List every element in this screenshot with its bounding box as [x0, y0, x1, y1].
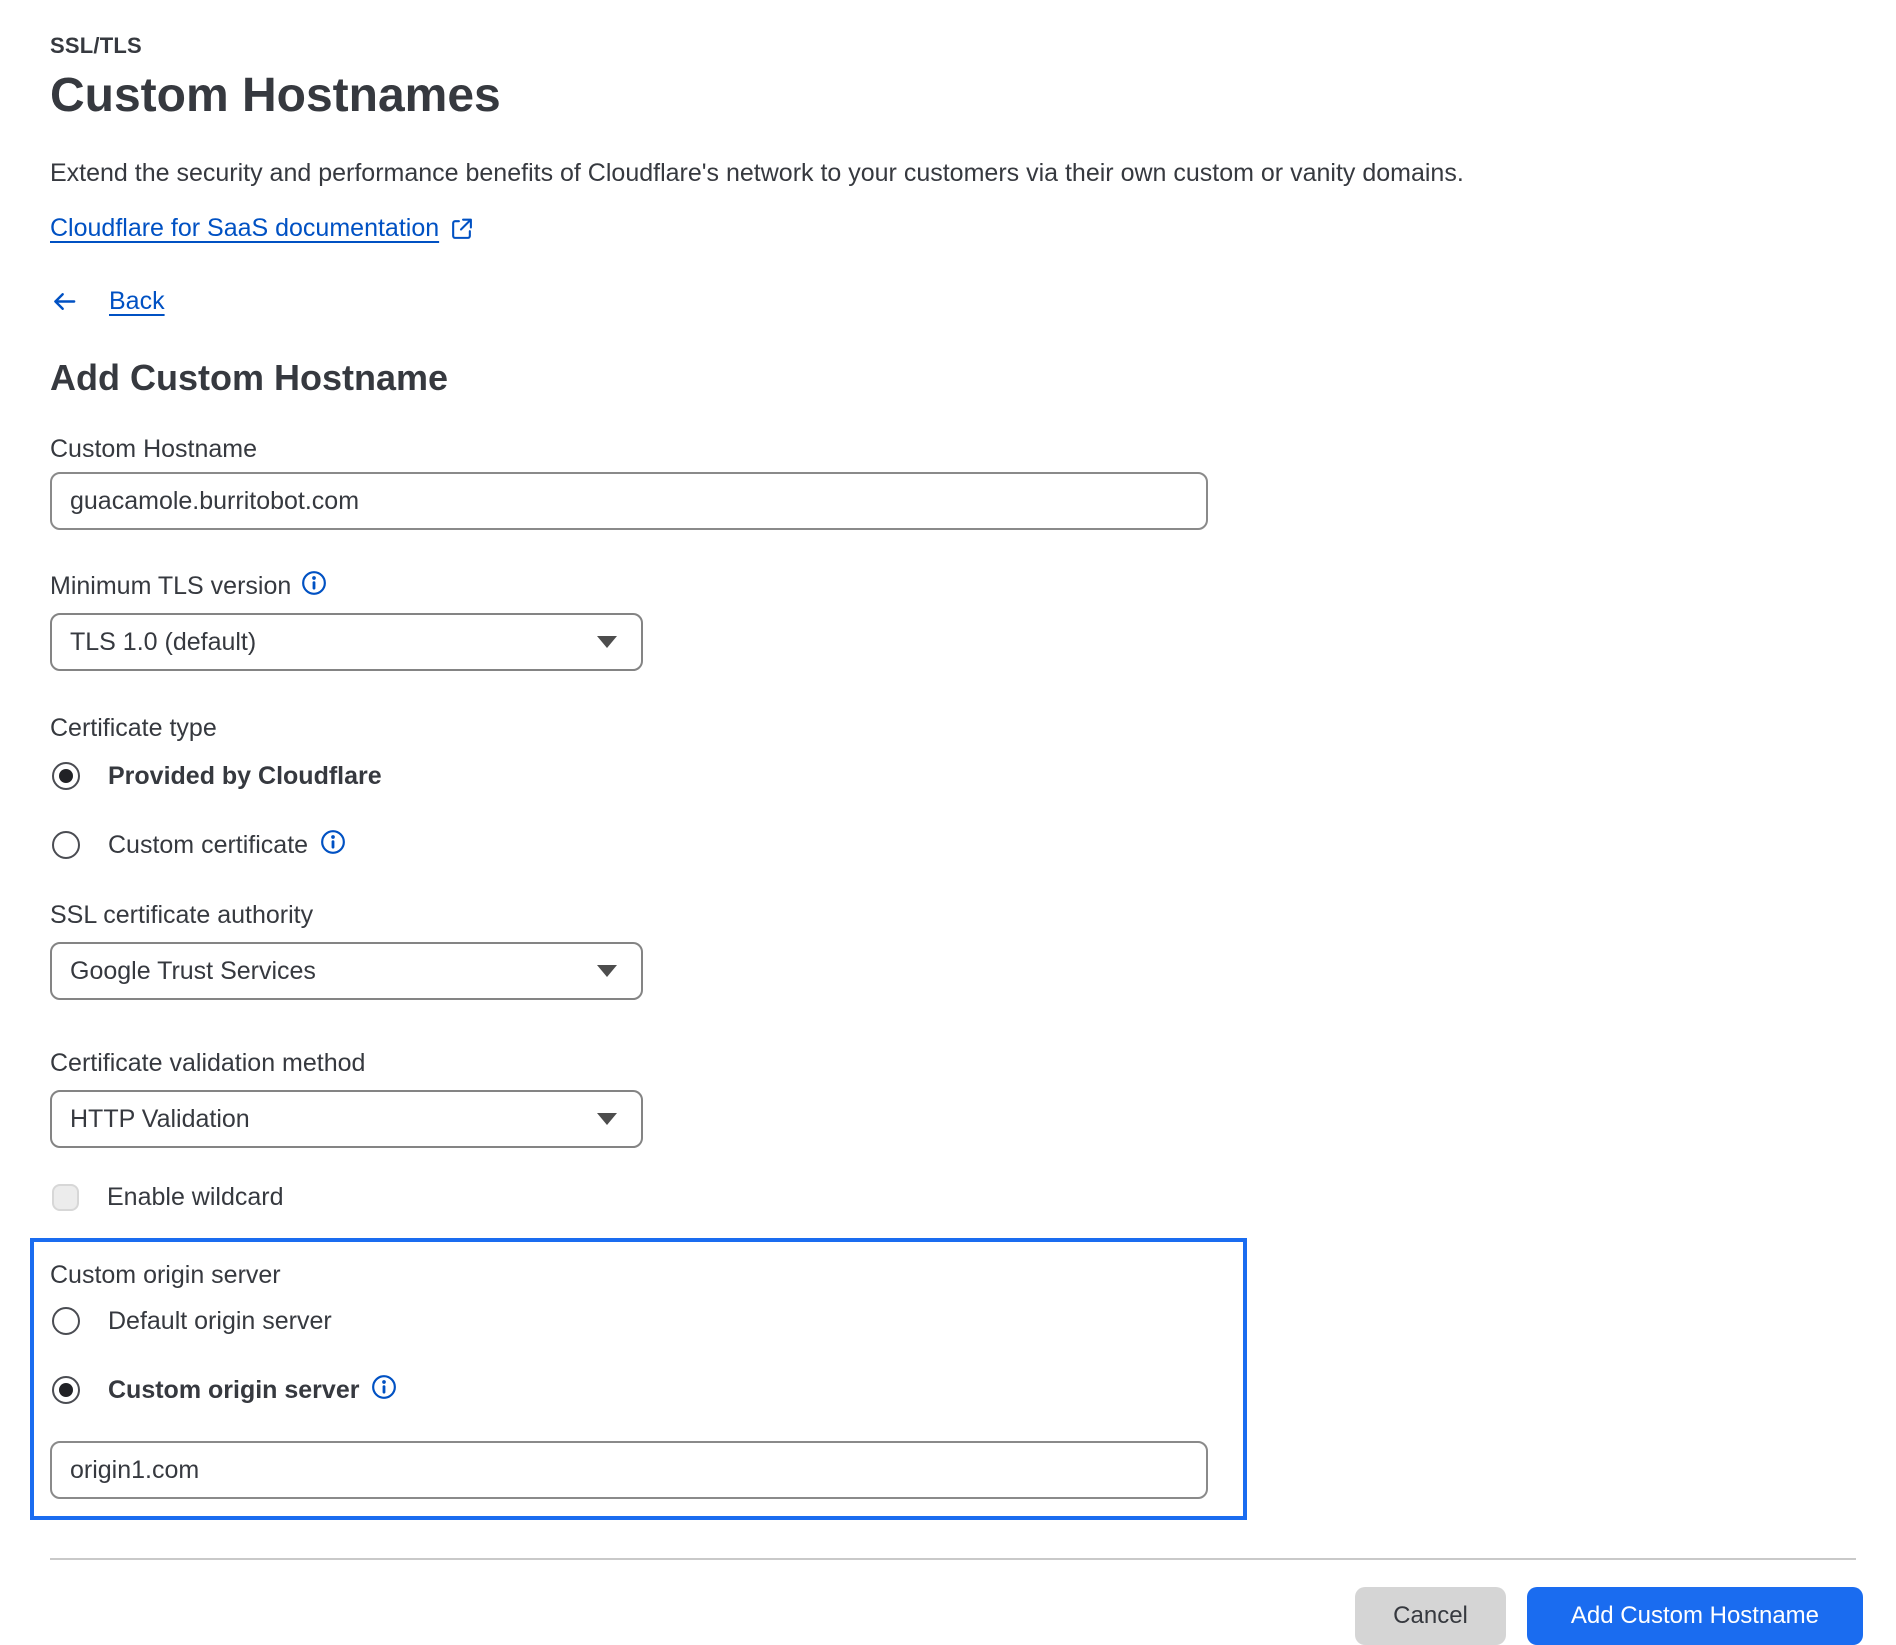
- radio-custom-origin-server[interactable]: Custom origin server: [52, 1374, 1223, 1405]
- radio-selected-icon[interactable]: [52, 762, 80, 790]
- min-tls-selected-value: TLS 1.0 (default): [70, 628, 256, 657]
- cancel-button[interactable]: Cancel: [1355, 1587, 1506, 1645]
- custom-origin-server-section: Custom origin server Default origin serv…: [30, 1238, 1247, 1520]
- enable-wildcard-checkbox[interactable]: [52, 1184, 79, 1211]
- ssl-authority-select[interactable]: Google Trust Services: [50, 942, 643, 1000]
- back-link[interactable]: Back: [109, 287, 165, 316]
- custom-origin-server-input[interactable]: [50, 1441, 1208, 1499]
- ssl-authority-selected-value: Google Trust Services: [70, 957, 316, 986]
- certificate-type-label: Certificate type: [50, 713, 1896, 743]
- validation-method-select[interactable]: HTTP Validation: [50, 1090, 643, 1148]
- radio-selected-icon[interactable]: [52, 1376, 80, 1404]
- chevron-down-icon: [597, 636, 617, 648]
- radio-label: Custom certificate: [108, 830, 308, 860]
- arrow-left-icon[interactable]: [50, 287, 79, 316]
- validation-method-selected-value: HTTP Validation: [70, 1105, 250, 1134]
- footer-divider: [50, 1558, 1856, 1560]
- saas-documentation-link[interactable]: Cloudflare for SaaS documentation: [50, 214, 439, 243]
- radio-custom-certificate[interactable]: Custom certificate: [52, 829, 1896, 860]
- radio-unselected-icon[interactable]: [52, 831, 80, 859]
- add-custom-hostname-page: SSL/TLS Custom Hostnames Extend the secu…: [0, 0, 1896, 1645]
- page-title: Custom Hostnames: [50, 70, 1896, 122]
- add-custom-hostname-button[interactable]: Add Custom Hostname: [1527, 1587, 1863, 1645]
- custom-hostname-label: Custom Hostname: [50, 434, 1896, 464]
- footer-actions: Cancel Add Custom Hostname: [50, 1587, 1863, 1645]
- doc-link-row: Cloudflare for SaaS documentation: [50, 214, 1896, 243]
- info-icon[interactable]: [371, 1374, 397, 1405]
- custom-origin-server-label: Custom origin server: [50, 1260, 1223, 1290]
- custom-hostname-input[interactable]: [50, 472, 1208, 530]
- page-description: Extend the security and performance bene…: [50, 158, 1896, 188]
- min-tls-label: Minimum TLS version: [50, 571, 291, 601]
- radio-label: Provided by Cloudflare: [108, 761, 382, 791]
- radio-provided-by-cloudflare[interactable]: Provided by Cloudflare: [52, 761, 1896, 791]
- info-icon[interactable]: [320, 829, 346, 860]
- back-row: Back: [50, 287, 1896, 316]
- form-heading: Add Custom Hostname: [50, 358, 1896, 398]
- breadcrumb: SSL/TLS: [50, 34, 1896, 58]
- chevron-down-icon: [597, 965, 617, 977]
- ssl-authority-label: SSL certificate authority: [50, 900, 1896, 930]
- radio-label: Custom origin server: [108, 1375, 359, 1405]
- radio-label: Default origin server: [108, 1306, 332, 1336]
- info-icon[interactable]: [301, 570, 327, 601]
- validation-method-label: Certificate validation method: [50, 1048, 1896, 1078]
- external-link-icon: [449, 216, 474, 241]
- min-tls-select[interactable]: TLS 1.0 (default): [50, 613, 643, 671]
- enable-wildcard-label: Enable wildcard: [107, 1182, 284, 1212]
- radio-default-origin-server[interactable]: Default origin server: [52, 1306, 1223, 1336]
- enable-wildcard-row: Enable wildcard: [52, 1182, 1896, 1212]
- chevron-down-icon: [597, 1113, 617, 1125]
- radio-unselected-icon[interactable]: [52, 1307, 80, 1335]
- min-tls-label-row: Minimum TLS version: [50, 570, 1896, 601]
